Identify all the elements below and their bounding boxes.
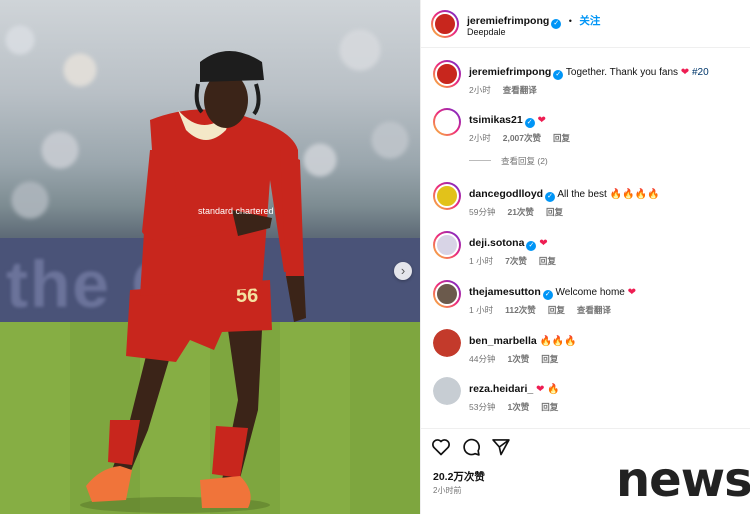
fire-emoji-icon: 🔥🔥🔥🔥 [609, 189, 660, 200]
separator-dot: • [568, 16, 572, 26]
commenter-avatar[interactable] [433, 231, 461, 259]
verified-icon: ✓ [553, 70, 564, 80]
comment-time: 44分钟 [469, 354, 496, 364]
comment-username[interactable]: deji.sotona [469, 237, 524, 249]
comment-time: 53分钟 [469, 402, 496, 412]
heart-icon[interactable] [431, 437, 451, 457]
commenter-avatar[interactable] [433, 108, 461, 136]
share-icon[interactable] [491, 437, 511, 457]
reply-button[interactable]: 回复 [541, 353, 558, 365]
post-photo: the Cl 56 standard chartered › [0, 0, 420, 514]
comment-text: All the best [557, 189, 607, 200]
author-avatar[interactable] [431, 10, 459, 38]
post-side-panel: jeremiefrimpong ✓ • 关注 Deepdale jeremiefr… [420, 0, 750, 514]
verified-icon: ✓ [545, 192, 556, 202]
commenter-avatar[interactable] [433, 377, 461, 405]
commenter-avatar[interactable] [433, 280, 461, 308]
verified-icon: ✓ [551, 19, 562, 29]
player-figure: 56 standard chartered [80, 51, 306, 513]
comment-time: 59分钟 [469, 207, 496, 217]
comment-icon[interactable] [461, 437, 481, 457]
comment-text: Welcome home [555, 287, 625, 298]
location-link[interactable]: Deepdale [467, 27, 506, 37]
view-replies-label[interactable]: 查看回复 (2) [501, 155, 548, 167]
caption-text: Together. Thank you fans [565, 67, 679, 78]
heart-emoji-icon: ❤ [627, 287, 637, 298]
comment-username[interactable]: ben_marbella [469, 335, 537, 347]
reply-button[interactable]: 回复 [546, 206, 563, 218]
comment-username[interactable]: dancegodlloyd [469, 188, 543, 200]
verified-icon: ✓ [524, 118, 535, 128]
fire-emoji-icon: 🔥 [547, 384, 560, 395]
news-watermark: news [616, 452, 750, 508]
comment-time: 1 小时 [469, 256, 494, 266]
comment-time: 1 小时 [469, 305, 494, 315]
commenter-avatar[interactable] [433, 182, 461, 210]
author-avatar-small[interactable] [433, 60, 461, 88]
shirt-sponsor: standard chartered [198, 206, 274, 216]
fire-emoji-icon: 🔥🔥🔥 [539, 336, 577, 347]
reply-button[interactable]: 回复 [548, 304, 565, 316]
caption-hashtag[interactable]: #20 [692, 67, 709, 78]
heart-emoji-icon: ❤ [539, 238, 548, 249]
avatar-fill [435, 110, 459, 134]
comment-likes[interactable]: 1次赞 [507, 353, 529, 365]
verified-icon: ✓ [526, 241, 537, 251]
caption-time: 2小时 [469, 85, 491, 95]
heart-emoji-icon: ❤ [535, 384, 545, 395]
heart-emoji-icon: ❤ [680, 67, 690, 78]
comment-likes[interactable]: 1次赞 [507, 401, 529, 413]
comment-likes[interactable]: 21次赞 [507, 206, 533, 218]
follow-button[interactable]: 关注 [579, 15, 600, 27]
author-username[interactable]: jeremiefrimpong [467, 15, 549, 27]
caption-translate[interactable]: 查看翻译 [503, 84, 537, 96]
commenter-avatar[interactable] [433, 329, 461, 357]
reply-button[interactable]: 回复 [541, 401, 558, 413]
comment-likes[interactable]: 7次赞 [505, 255, 527, 267]
comment-username[interactable]: tsimikas21 [469, 114, 523, 126]
reply-button[interactable]: 回复 [553, 132, 570, 144]
next-photo-button[interactable]: › [394, 262, 412, 280]
translate-button[interactable]: 查看翻译 [577, 304, 611, 316]
comment-time: 2小时 [469, 133, 491, 143]
heart-emoji-icon: ❤ [537, 115, 546, 126]
comment-likes[interactable]: 112次赞 [505, 304, 536, 316]
comment-likes[interactable]: 2,007次赞 [503, 132, 541, 144]
reply-button[interactable]: 回复 [539, 255, 556, 267]
like-count[interactable]: 20.2万次赞 [433, 469, 485, 484]
comment-username[interactable]: thejamesutton [469, 286, 541, 298]
comment-username[interactable]: reza.heidari_ [469, 383, 533, 395]
caption-username[interactable]: jeremiefrimpong [469, 66, 551, 78]
post-time: 2小时前 [433, 486, 462, 495]
replies-divider [469, 160, 491, 161]
post-header: jeremiefrimpong ✓ • 关注 Deepdale [421, 0, 750, 48]
verified-icon: ✓ [542, 290, 553, 300]
